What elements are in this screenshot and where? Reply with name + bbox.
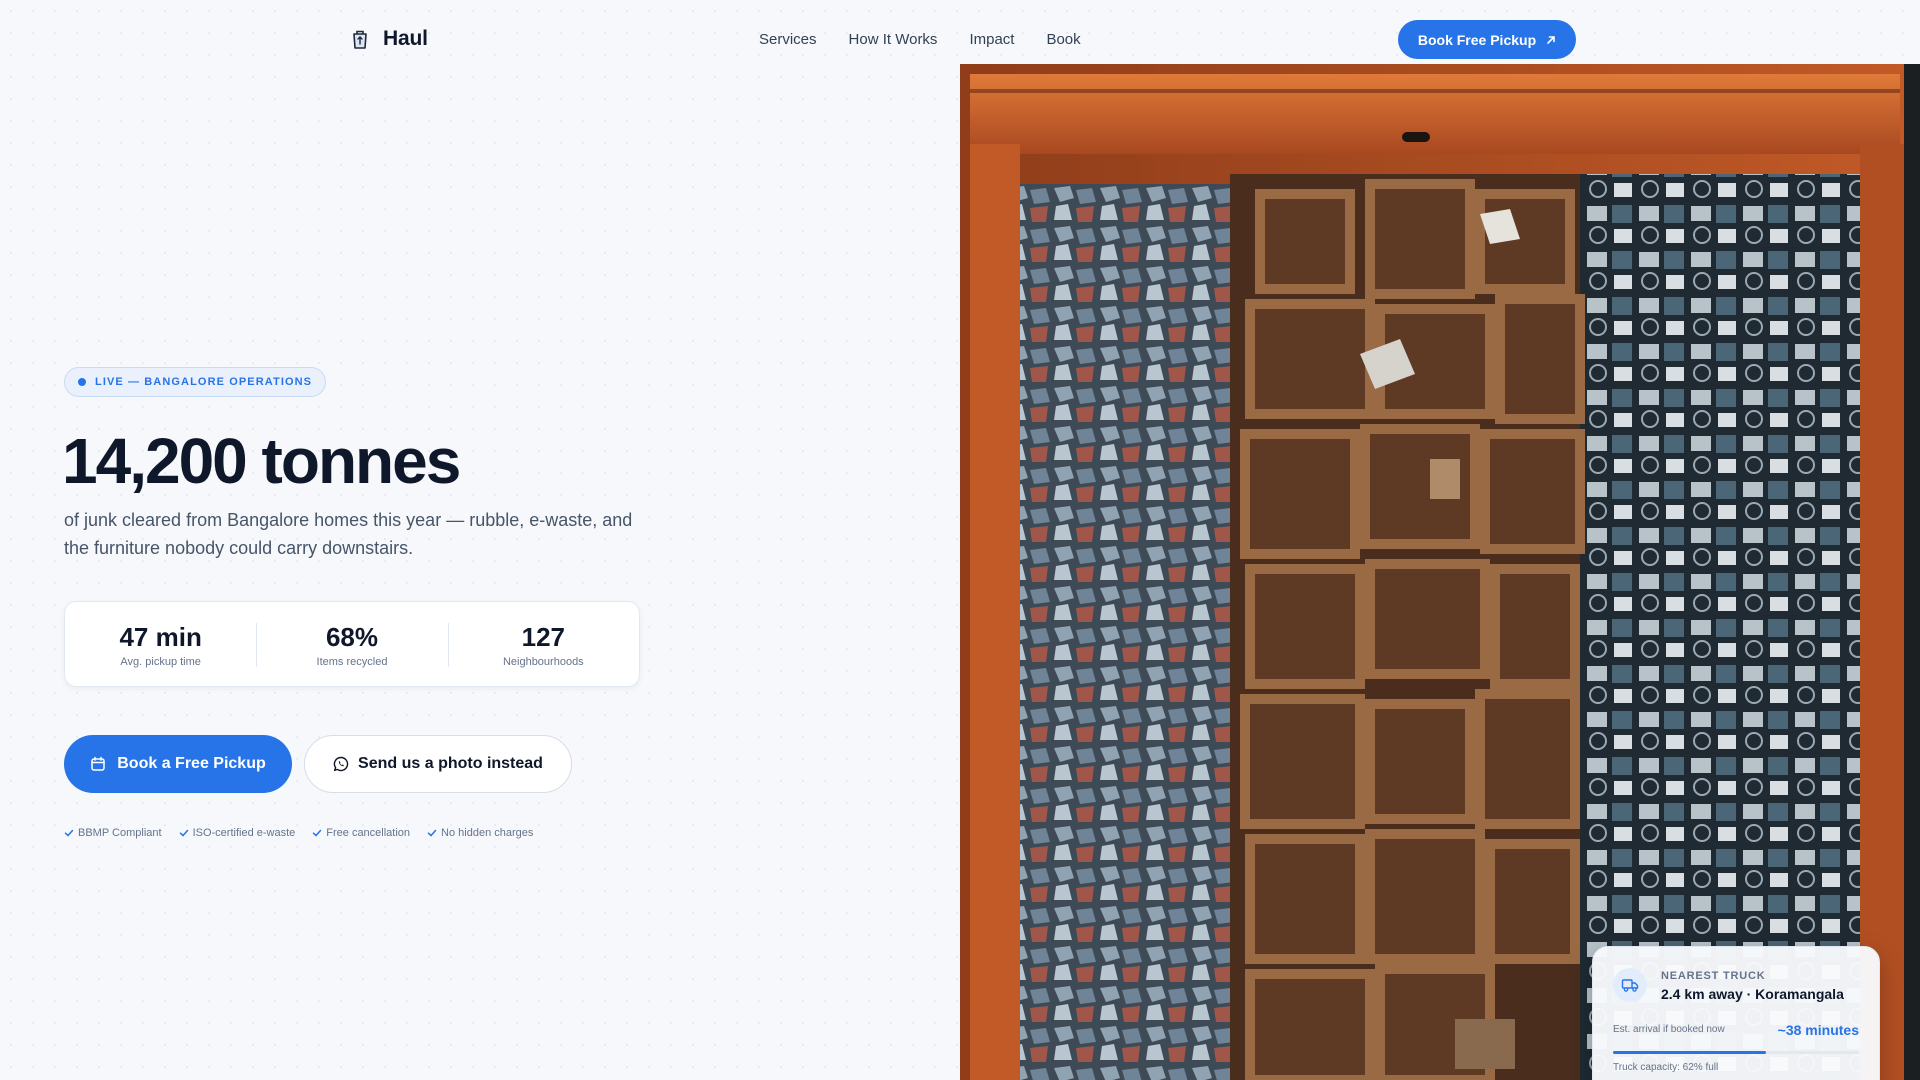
truck-eta-value: ~38 minutes: [1777, 1022, 1859, 1038]
nav-link-services[interactable]: Services: [759, 31, 817, 48]
stats-card: 47 min Avg. pickup time 68% Items recycl…: [64, 601, 640, 687]
trust-item: Free cancellation: [312, 827, 410, 839]
brand-name: Haul: [383, 27, 428, 50]
arrow-up-right-icon: [1547, 35, 1555, 44]
check-icon: [179, 829, 188, 837]
trust-label: BBMP Compliant: [78, 827, 162, 839]
trust-label: ISO-certified e-waste: [192, 827, 296, 839]
truck-card-eyebrow: NEAREST TRUCK: [1661, 970, 1766, 982]
trust-badges: BBMP Compliant ISO-certified e-waste Fre…: [64, 827, 533, 839]
live-status-badge: LIVE — BANGALORE OPERATIONS: [64, 367, 327, 397]
truck-capacity-label: Truck capacity: 62% full: [1613, 1062, 1719, 1073]
nav-book-pickup-button[interactable]: Book Free Pickup: [1398, 20, 1576, 59]
book-pickup-label: Book a Free Pickup: [117, 755, 266, 772]
trust-label: Free cancellation: [326, 827, 411, 839]
book-free-pickup-button[interactable]: Book a Free Pickup: [64, 735, 292, 793]
stat-pickup-time: 47 min Avg. pickup time: [65, 621, 256, 668]
stat-value: 68%: [325, 621, 379, 652]
truck-capacity-fill: [1613, 1051, 1766, 1054]
live-badge-text: LIVE — BANGALORE OPERATIONS: [95, 376, 313, 388]
whatsapp-icon: [333, 756, 349, 772]
stat-items-recycled: 68% Items recycled: [256, 621, 447, 668]
recycle-bin-icon: [353, 30, 367, 49]
live-dot-icon: [78, 378, 86, 386]
trust-item: ISO-certified e-waste: [179, 827, 296, 839]
truck-eta-label: Est. arrival if booked now: [1613, 1024, 1725, 1035]
dumpster-illustration: [960, 64, 1920, 1080]
truck-icon-badge: [1613, 968, 1647, 1002]
hero-dumpster-photo: [960, 64, 1920, 1080]
trust-label: No hidden charges: [441, 827, 534, 839]
stat-value: 47 min: [119, 621, 202, 652]
nav-links: Services How It Works Impact Book: [759, 31, 1081, 48]
nearest-truck-card[interactable]: NEAREST TRUCK 2.4 km away · Koramangala …: [1592, 946, 1880, 1080]
truck-capacity-bar: [1613, 1051, 1859, 1054]
brand-logo[interactable]: Haul: [351, 27, 428, 51]
stat-label: Items recycled: [316, 655, 388, 668]
stat-label: Neighbourhoods: [502, 655, 584, 668]
hero-headline: 14,200 tonnes: [62, 425, 461, 497]
truck-icon: [1621, 979, 1639, 992]
calendar-icon: [91, 756, 105, 771]
stat-neighbourhoods: 127 Neighbourhoods: [447, 621, 639, 668]
nav-link-book[interactable]: Book: [1046, 31, 1080, 48]
send-photo-button[interactable]: Send us a photo instead: [304, 735, 572, 793]
hero-subhead: of junk cleared from Bangalore homes thi…: [64, 510, 633, 558]
send-photo-label: Send us a photo instead: [358, 755, 543, 772]
nav-cta-label: Book Free Pickup: [1417, 31, 1537, 48]
stat-value: 127: [521, 621, 566, 652]
stat-label: Avg. pickup time: [120, 655, 201, 668]
trust-item: No hidden charges: [427, 827, 533, 839]
nav-link-how-it-works[interactable]: How It Works: [849, 31, 938, 48]
check-icon: [64, 829, 74, 837]
check-icon: [427, 829, 437, 837]
truck-card-title: 2.4 km away · Koramangala: [1661, 986, 1844, 1002]
check-icon: [313, 829, 322, 837]
trust-item: BBMP Compliant: [64, 827, 162, 839]
nav-link-impact[interactable]: Impact: [969, 31, 1014, 48]
